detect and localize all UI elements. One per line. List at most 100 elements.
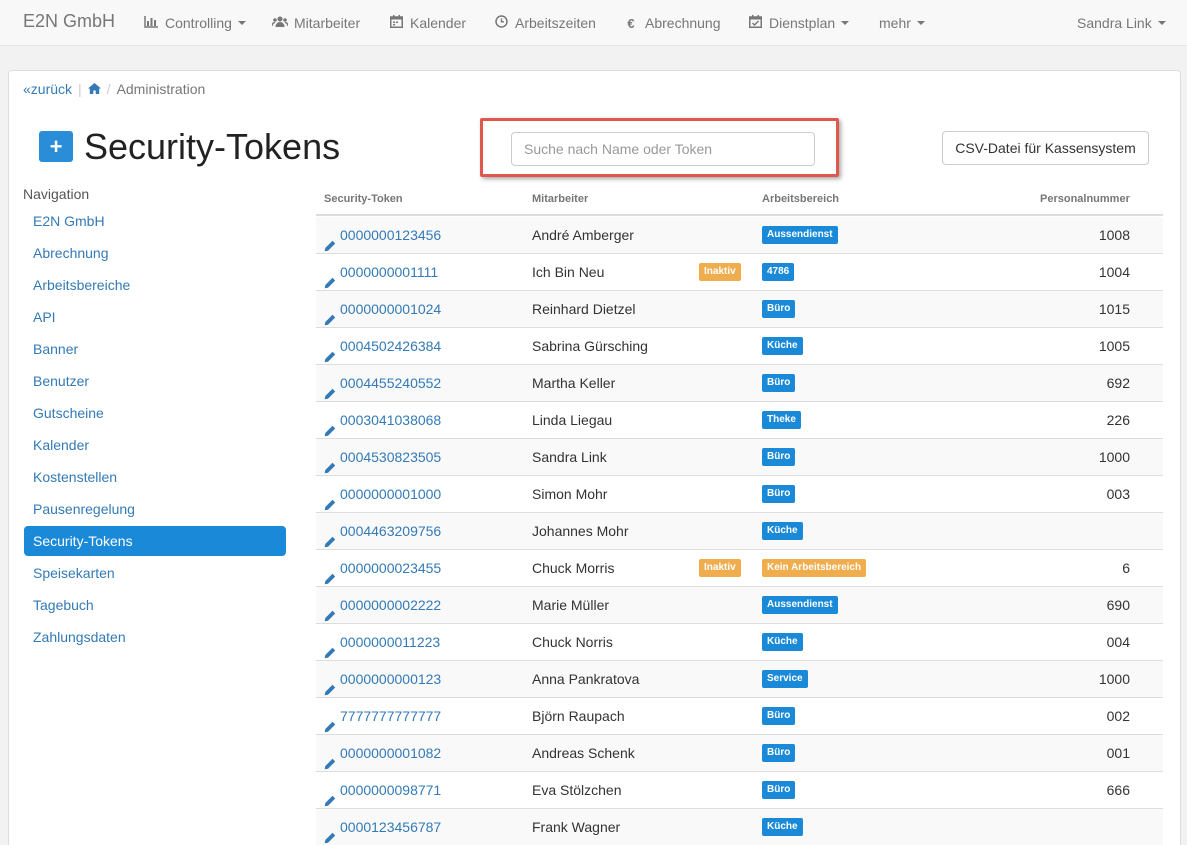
users-icon <box>271 16 289 31</box>
area-badge: Kein Arbeitsbereich <box>762 559 867 577</box>
sidebar-item-benutzer[interactable]: Benutzer <box>24 366 286 396</box>
nav-kalender[interactable]: Kalender <box>388 15 466 31</box>
area-badge: Aussendienst <box>762 596 838 614</box>
token-value: 0004463209756 <box>340 523 442 539</box>
nav-controlling-label: Controlling <box>165 15 232 31</box>
sidebar-item-gutscheine[interactable]: Gutscheine <box>24 398 286 428</box>
token-link[interactable]: 0000000001000 <box>324 476 441 512</box>
area-cell: Küche <box>762 624 803 660</box>
nav-controlling[interactable]: Controlling <box>143 15 246 31</box>
employee-name: Ich Bin Neu <box>532 264 605 280</box>
sidebar-item-pausenregelung[interactable]: Pausenregelung <box>24 494 286 524</box>
token-value: 0000000098771 <box>340 782 442 798</box>
sidebar-item-tagebuch[interactable]: Tagebuch <box>24 590 286 620</box>
nav-mehr[interactable]: mehr <box>879 15 925 31</box>
breadcrumb: «zurück | / Administration <box>23 81 205 97</box>
area-badge: Aussendienst <box>762 226 838 244</box>
token-value: 0000000001024 <box>340 301 442 317</box>
personnel-number: 666 <box>1106 782 1130 798</box>
employee-name: Reinhard Dietzel <box>532 301 636 317</box>
table-row: 0000000001082 Andreas Schenk Büro 001 <box>316 735 1163 772</box>
breadcrumb-divider: | <box>78 81 82 97</box>
pencil-icon <box>324 784 336 807</box>
brand-logo[interactable]: E2N GmbH <box>23 11 115 32</box>
bar-chart-icon <box>143 15 159 31</box>
employee-name: Simon Mohr <box>532 486 608 502</box>
sidebar-item-abrechnung[interactable]: Abrechnung <box>24 238 286 268</box>
chevron-down-icon <box>841 21 850 25</box>
token-link[interactable]: 0000123456787 <box>324 809 441 845</box>
pencil-icon <box>324 451 336 474</box>
token-link[interactable]: 0000000001024 <box>324 291 441 327</box>
sidebar-item-zahlungsdaten[interactable]: Zahlungsdaten <box>24 622 286 652</box>
token-link[interactable]: 0000000098771 <box>324 772 441 808</box>
token-link[interactable]: 0000000001082 <box>324 735 441 771</box>
column-header-employee[interactable]: Mitarbeiter <box>532 193 588 205</box>
table-row: 7777777777777 Björn Raupach Büro 002 <box>316 698 1163 735</box>
token-link[interactable]: 0004530823505 <box>324 439 441 475</box>
area-cell: Küche <box>762 809 803 845</box>
breadcrumb-separator: / <box>106 81 111 97</box>
area-cell: 4786 <box>762 254 795 290</box>
sidebar-item-arbeitsbereiche[interactable]: Arbeitsbereiche <box>24 270 286 300</box>
personnel-number: 004 <box>1106 634 1130 650</box>
nav-arbeitszeiten[interactable]: Arbeitszeiten <box>493 15 596 31</box>
personnel-number: 692 <box>1106 375 1130 391</box>
home-link[interactable] <box>87 81 101 97</box>
column-header-area[interactable]: Arbeitsbereich <box>762 193 839 205</box>
add-token-button[interactable]: + <box>39 131 73 162</box>
token-link[interactable]: 0000000123456 <box>324 217 441 253</box>
nav-mitarbeiter[interactable]: Mitarbeiter <box>271 15 360 31</box>
sidebar-item-security-tokens[interactable]: Security-Tokens <box>24 526 286 556</box>
token-link[interactable]: 0000000011223 <box>324 624 440 660</box>
token-link[interactable]: 0000000002222 <box>324 587 441 623</box>
sidebar-item-kostenstellen[interactable]: Kostenstellen <box>24 462 286 492</box>
nav-kalender-label: Kalender <box>410 15 467 31</box>
sidebar-item-kalender[interactable]: Kalender <box>24 430 286 460</box>
area-badge: Küche <box>762 522 803 540</box>
token-link[interactable]: 0003041038068 <box>324 402 441 438</box>
token-link[interactable]: 0000000023455 <box>324 550 441 586</box>
sidebar-item-speisekarten[interactable]: Speisekarten <box>24 558 286 588</box>
token-link[interactable]: 0000000001111 <box>324 254 438 290</box>
nav-abrechnung-label: Abrechnung <box>645 15 721 31</box>
employee-name: Marie Müller <box>532 597 610 613</box>
csv-export-button[interactable]: CSV-Datei für Kassensystem <box>942 131 1149 165</box>
table-row: 0000000001000 Simon Mohr Büro 003 <box>316 476 1163 513</box>
nav-dienstplan[interactable]: Dienstplan <box>747 15 850 31</box>
token-link[interactable]: 7777777777777 <box>324 698 441 734</box>
token-value: 0003041038068 <box>340 412 442 428</box>
employee-name: Chuck Morris <box>532 560 615 576</box>
personnel-number: 002 <box>1106 708 1130 724</box>
token-value: 7777777777777 <box>340 708 442 724</box>
column-header-number[interactable]: Personalnummer <box>1040 193 1130 205</box>
token-value: 0000000000123 <box>340 671 442 687</box>
user-menu[interactable]: Sandra Link <box>1077 15 1166 31</box>
sidebar-item-api[interactable]: API <box>24 302 286 332</box>
token-link[interactable]: 0004502426384 <box>324 328 441 364</box>
area-cell: Küche <box>762 328 803 364</box>
table-row: 0004463209756 Johannes Mohr Küche <box>316 513 1163 550</box>
area-badge: Büro <box>762 374 796 392</box>
employee-name: Sandra Link <box>532 449 607 465</box>
personnel-number: 1004 <box>1098 264 1130 280</box>
token-link[interactable]: 0004455240552 <box>324 365 441 401</box>
inactive-badge: Inaktiv <box>699 559 741 577</box>
employee-name: Björn Raupach <box>532 708 625 724</box>
table-row: 0000000002222 Marie Müller Aussendienst 690 <box>316 587 1163 624</box>
search-input[interactable] <box>511 132 815 166</box>
sidebar-item-banner[interactable]: Banner <box>24 334 286 364</box>
token-link[interactable]: 0000000000123 <box>324 661 441 697</box>
back-link[interactable]: «zurück <box>23 81 72 97</box>
area-badge: Büro <box>762 448 796 466</box>
area-cell: Büro <box>762 698 796 734</box>
column-header-token[interactable]: Security-Token <box>324 193 403 205</box>
nav-abrechnung[interactable]: € Abrechnung <box>623 15 721 31</box>
token-link[interactable]: 0004463209756 <box>324 513 441 549</box>
chevron-down-icon <box>916 21 925 25</box>
table-row: 0004455240552 Martha Keller Büro 692 <box>316 365 1163 402</box>
area-cell: Theke <box>762 402 801 438</box>
personnel-number: 001 <box>1106 745 1130 761</box>
back-link-label: zurück <box>30 81 73 97</box>
sidebar-item-e2n-gmbh[interactable]: E2N GmbH <box>24 206 286 236</box>
